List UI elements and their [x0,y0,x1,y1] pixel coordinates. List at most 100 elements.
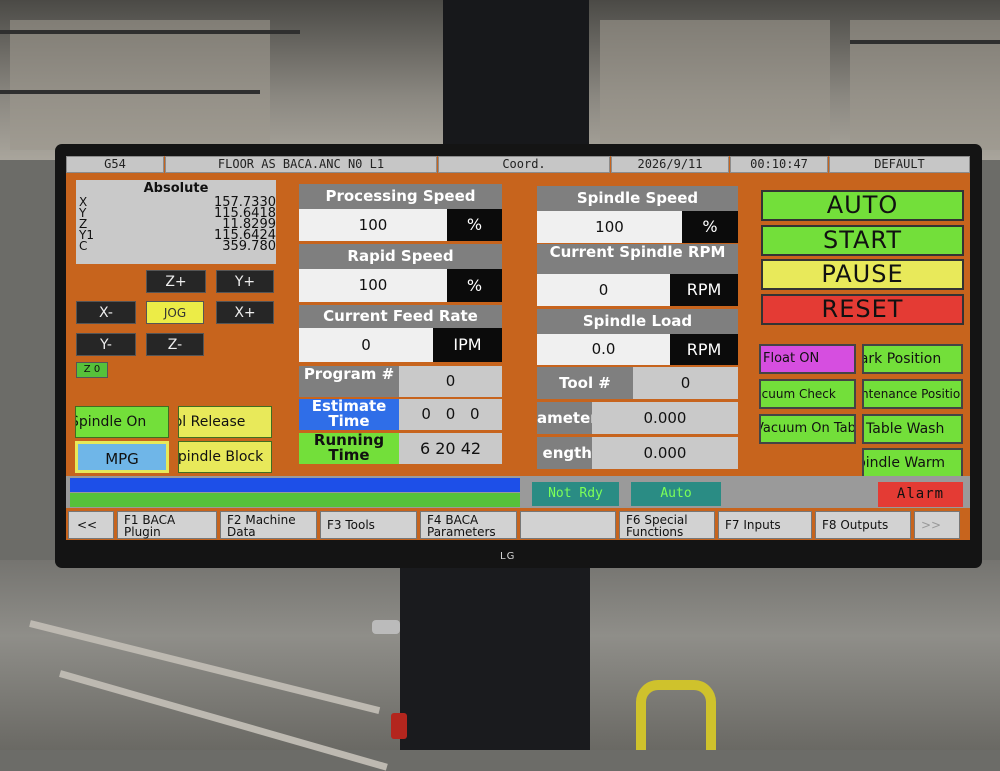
f2-machine-data-button[interactable]: F2 Machine Data [220,511,317,539]
spindle-on-button[interactable]: Spindle On [75,406,169,438]
monitor-logo: LG [500,551,516,562]
ready-indicator: Not Rdy [532,482,619,506]
running-seconds: 42 [460,439,482,458]
axis-label: C [79,239,88,253]
pause-button[interactable]: PAUSE [761,259,964,290]
tool-release-button[interactable]: Tool Release [178,406,272,438]
axis-labels: X Y Z Y1 C [79,196,94,253]
machine-rail [59,670,388,771]
roof-beam [850,40,1000,44]
progress-track [70,478,520,492]
maintenance-position-button[interactable]: Maintenance Position [862,379,963,409]
spindle-block-button[interactable]: Spindle Block [178,441,272,473]
spindle-speed-value: 100 [537,211,682,243]
jog-y-plus-button[interactable]: Y+ [216,270,274,293]
reset-button[interactable]: RESET [761,294,964,325]
roof-beam [0,30,300,34]
processing-speed-label: Processing Speed [299,184,502,209]
f3-tools-button[interactable]: F3 Tools [320,511,417,539]
table-wash-button[interactable]: Table Wash [862,414,963,444]
machine-rail [29,620,381,714]
f1-baca-plugin-button[interactable]: F1 BACA Plugin [117,511,217,539]
running-hours: 6 [419,439,431,458]
rapid-speed-value: 100 [299,269,447,302]
tool-number-label: Tool # [537,367,633,399]
wall-panel [600,20,830,150]
f2-line2: Data [227,525,256,539]
absolute-title: Absolute [143,181,209,196]
spindle-load-unit: RPM [670,334,738,365]
next-page-button[interactable]: >> [914,511,960,539]
spindle-load-label: Spindle Load [537,309,738,334]
spindle-speed-label: Spindle Speed [537,186,738,211]
f6-line2: Functions [626,525,684,539]
spindle-load-value: 0.0 [537,334,670,365]
spindle-rpm-label: Current Spindle RPM [537,244,738,274]
processing-speed-unit: % [447,209,502,241]
start-button[interactable]: START [761,225,964,256]
jog-z-minus-button[interactable]: Z- [146,333,204,356]
tool-diameter-label: ameter [537,402,592,434]
feed-rate-label: Current Feed Rate [299,305,502,328]
axis-value: 359.780 [222,239,276,254]
tool-length-label: ength [537,437,592,469]
f1-line2: Plugin [124,525,161,539]
yellow-handle [636,680,716,750]
header-date: 2026/9/11 [611,156,729,173]
spindle-speed-unit: % [682,211,738,243]
estimate-seconds: 0 [470,405,480,423]
f6-special-functions-button[interactable]: F6 Special Functions [619,511,715,539]
machine-column [400,568,590,750]
spindle-warm-button[interactable]: Spindle Warm [862,448,963,478]
f8-outputs-button[interactable]: F8 Outputs [815,511,911,539]
program-number-value: 0 [399,366,502,397]
f5-empty-button[interactable] [520,511,616,539]
wall-panel [10,20,270,150]
estimate-hours: 0 [421,405,431,423]
monitor-mount-pole [443,0,589,160]
jog-x-plus-button[interactable]: X+ [216,301,274,324]
work-offset: G54 [66,156,164,173]
control-knob [372,620,400,634]
tool-number-value: 0 [633,367,738,399]
vacuum-table-button[interactable]: Vacuum On Table [759,414,856,444]
auto-button[interactable]: AUTO [761,190,964,221]
jog-x-minus-button[interactable]: X- [76,301,136,324]
absolute-position-panel: Absolute X Y Z Y1 C 157.7330 115.6418 11… [76,180,276,264]
emergency-button [391,713,407,739]
rapid-speed-unit: % [447,269,502,302]
float-on-button[interactable]: Float ON [759,344,856,374]
prev-page-button[interactable]: << [68,511,114,539]
running-time-value: 6 20 42 [399,433,502,464]
spindle-rpm-value: 0 [537,274,670,306]
estimate-time-value: 0 0 0 [399,399,502,430]
f7-inputs-button[interactable]: F7 Inputs [718,511,812,539]
status-bar: Not Rdy Auto Alarm [66,476,970,508]
feed-rate-value: 0 [299,328,433,362]
alarm-indicator[interactable]: Alarm [878,482,963,507]
program-file: FLOOR AS BACA.ANC N0 L1 [165,156,437,173]
rapid-speed-label: Rapid Speed [299,244,502,269]
coord-label: Coord. [438,156,610,173]
park-position-button[interactable]: Park Position [862,344,963,374]
running-minutes: 20 [435,439,456,458]
feed-rate-unit: IPM [433,328,502,362]
mpg-button[interactable]: MPG [75,441,169,473]
vacuum-check-button[interactable]: Vacuum Check [759,379,856,409]
progress-strip [70,493,520,507]
f4-baca-parameters-button[interactable]: F4 BACA Parameters [420,511,517,539]
jog-y-minus-button[interactable]: Y- [76,333,136,356]
tool-length-value: 0.000 [592,437,738,469]
cnc-control-screen: G54 FLOOR AS BACA.ANC N0 L1 Coord. 2026/… [66,156,970,540]
zero-z-button[interactable]: Z 0 [76,362,108,378]
f4-line2: Parameters [427,525,496,539]
mode-indicator: Auto [631,482,721,506]
jog-z-plus-button[interactable]: Z+ [146,270,206,293]
header-time: 00:10:47 [730,156,828,173]
axis-values: 157.7330 115.6418 11.8299 115.6424 359.7… [214,196,276,254]
spindle-rpm-unit: RPM [670,274,738,306]
roof-beam [0,90,260,94]
jog-mode-button[interactable]: JOG [146,301,204,324]
tool-diameter-value: 0.000 [592,402,738,434]
estimate-minutes: 0 [445,405,456,423]
